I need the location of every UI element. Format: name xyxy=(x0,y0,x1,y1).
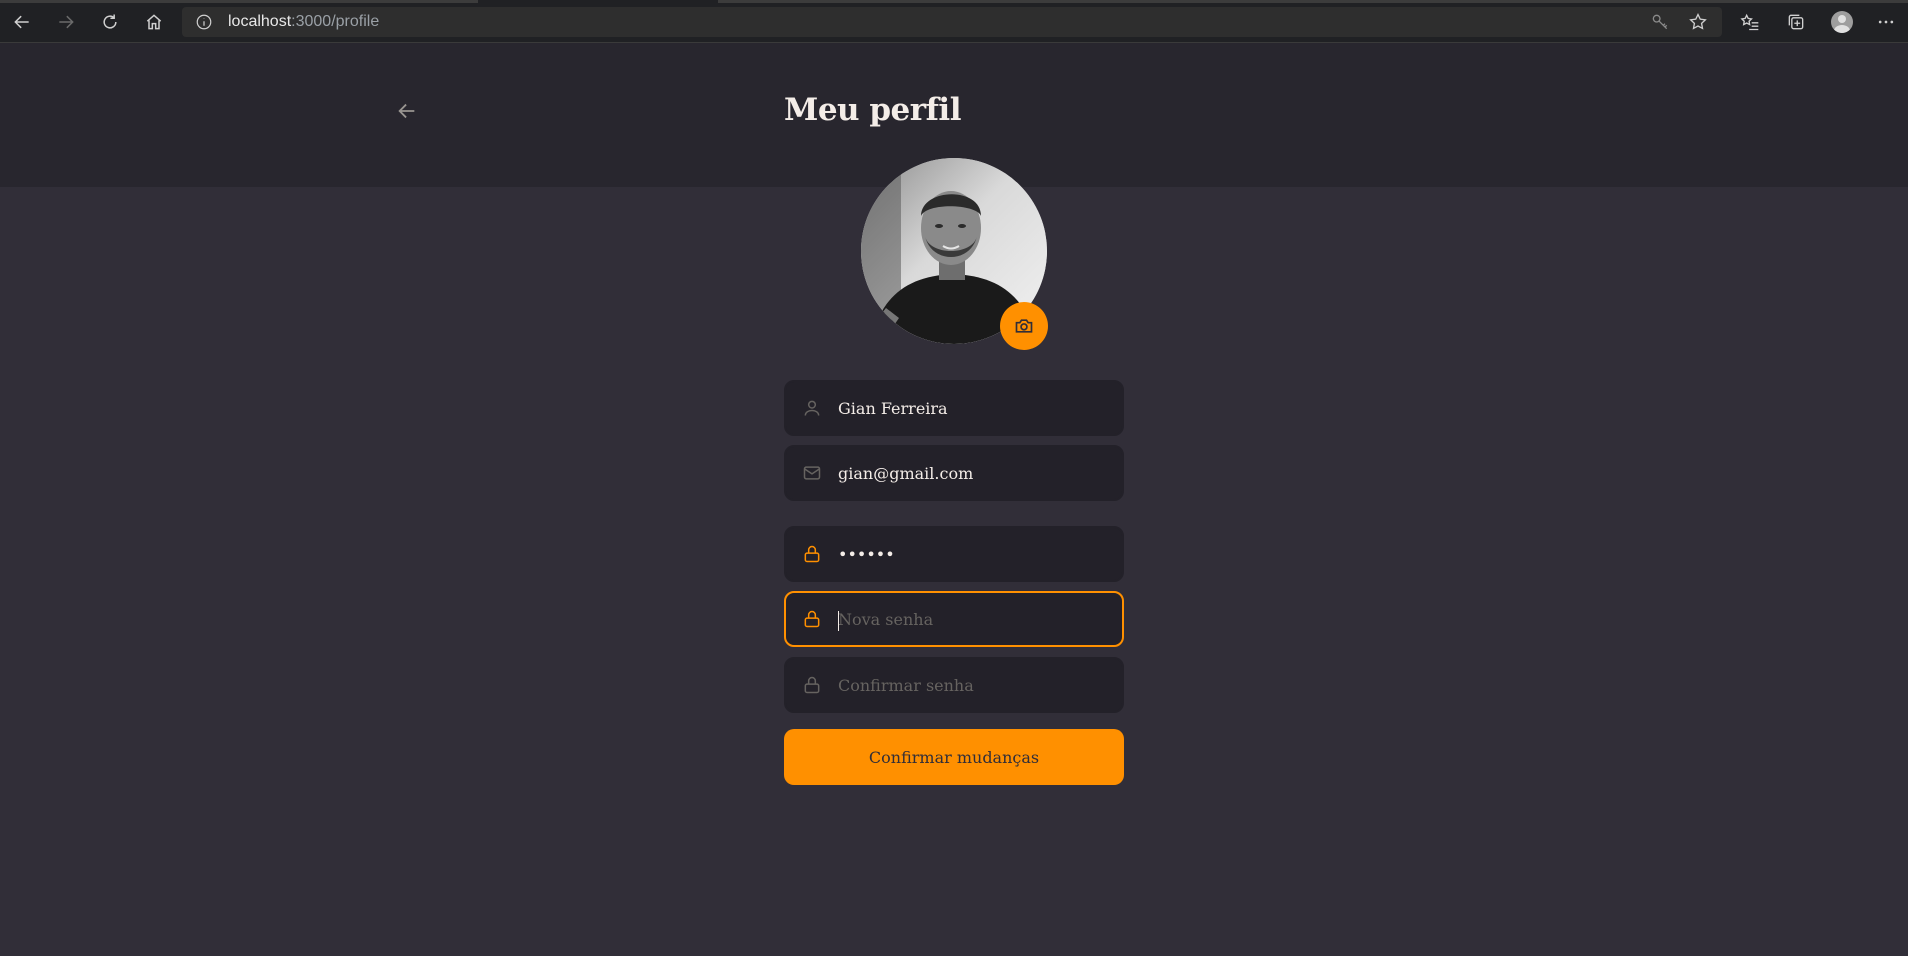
key-icon[interactable] xyxy=(1650,12,1670,32)
name-field[interactable] xyxy=(784,380,1124,436)
home-button[interactable] xyxy=(140,8,168,36)
lock-icon xyxy=(802,675,822,695)
collections-button[interactable] xyxy=(1782,10,1810,34)
refresh-icon xyxy=(103,14,117,29)
collections-icon xyxy=(1788,14,1804,30)
name-input[interactable] xyxy=(838,382,1098,434)
arrow-right-icon xyxy=(59,15,74,29)
change-avatar-button[interactable] xyxy=(1000,302,1048,350)
favorites-list-icon xyxy=(1740,13,1759,31)
star-icon[interactable] xyxy=(1688,12,1708,32)
mail-icon xyxy=(802,463,822,483)
forward-button[interactable] xyxy=(52,8,80,36)
info-icon[interactable] xyxy=(194,12,214,32)
url-path: :3000/profile xyxy=(291,13,380,30)
back-link[interactable] xyxy=(394,98,420,124)
old-password-field[interactable] xyxy=(784,526,1124,582)
email-field[interactable] xyxy=(784,445,1124,501)
url-host: localhost xyxy=(228,13,292,30)
more-dots-icon xyxy=(1878,20,1894,24)
favorites-button[interactable] xyxy=(1736,10,1764,34)
new-password-input[interactable] xyxy=(838,593,1098,645)
address-bar[interactable]: localhost:3000/profile xyxy=(182,7,1722,37)
confirm-password-field[interactable] xyxy=(784,657,1124,713)
home-icon xyxy=(146,14,162,30)
text-caret xyxy=(838,611,839,631)
user-avatar-icon xyxy=(1831,11,1853,33)
email-input[interactable] xyxy=(838,447,1098,499)
browser-toolbar: localhost:3000/profile xyxy=(0,0,1908,43)
user-icon xyxy=(802,398,822,418)
new-password-field[interactable] xyxy=(784,591,1124,647)
more-menu-button[interactable] xyxy=(1872,10,1900,34)
tab-strip xyxy=(0,0,1908,3)
confirm-password-input[interactable] xyxy=(838,659,1098,711)
refresh-button[interactable] xyxy=(96,8,124,36)
lock-icon xyxy=(802,609,822,629)
old-password-input[interactable] xyxy=(838,528,1098,580)
arrow-left-icon xyxy=(398,103,415,119)
profile-button[interactable] xyxy=(1828,10,1856,34)
lock-icon xyxy=(802,544,822,564)
camera-icon xyxy=(1015,319,1033,333)
page-title: Meu perfil xyxy=(784,92,962,128)
arrow-left-icon xyxy=(14,15,29,29)
confirm-changes-button[interactable]: Confirmar mudanças xyxy=(784,729,1124,785)
back-button[interactable] xyxy=(8,8,36,36)
